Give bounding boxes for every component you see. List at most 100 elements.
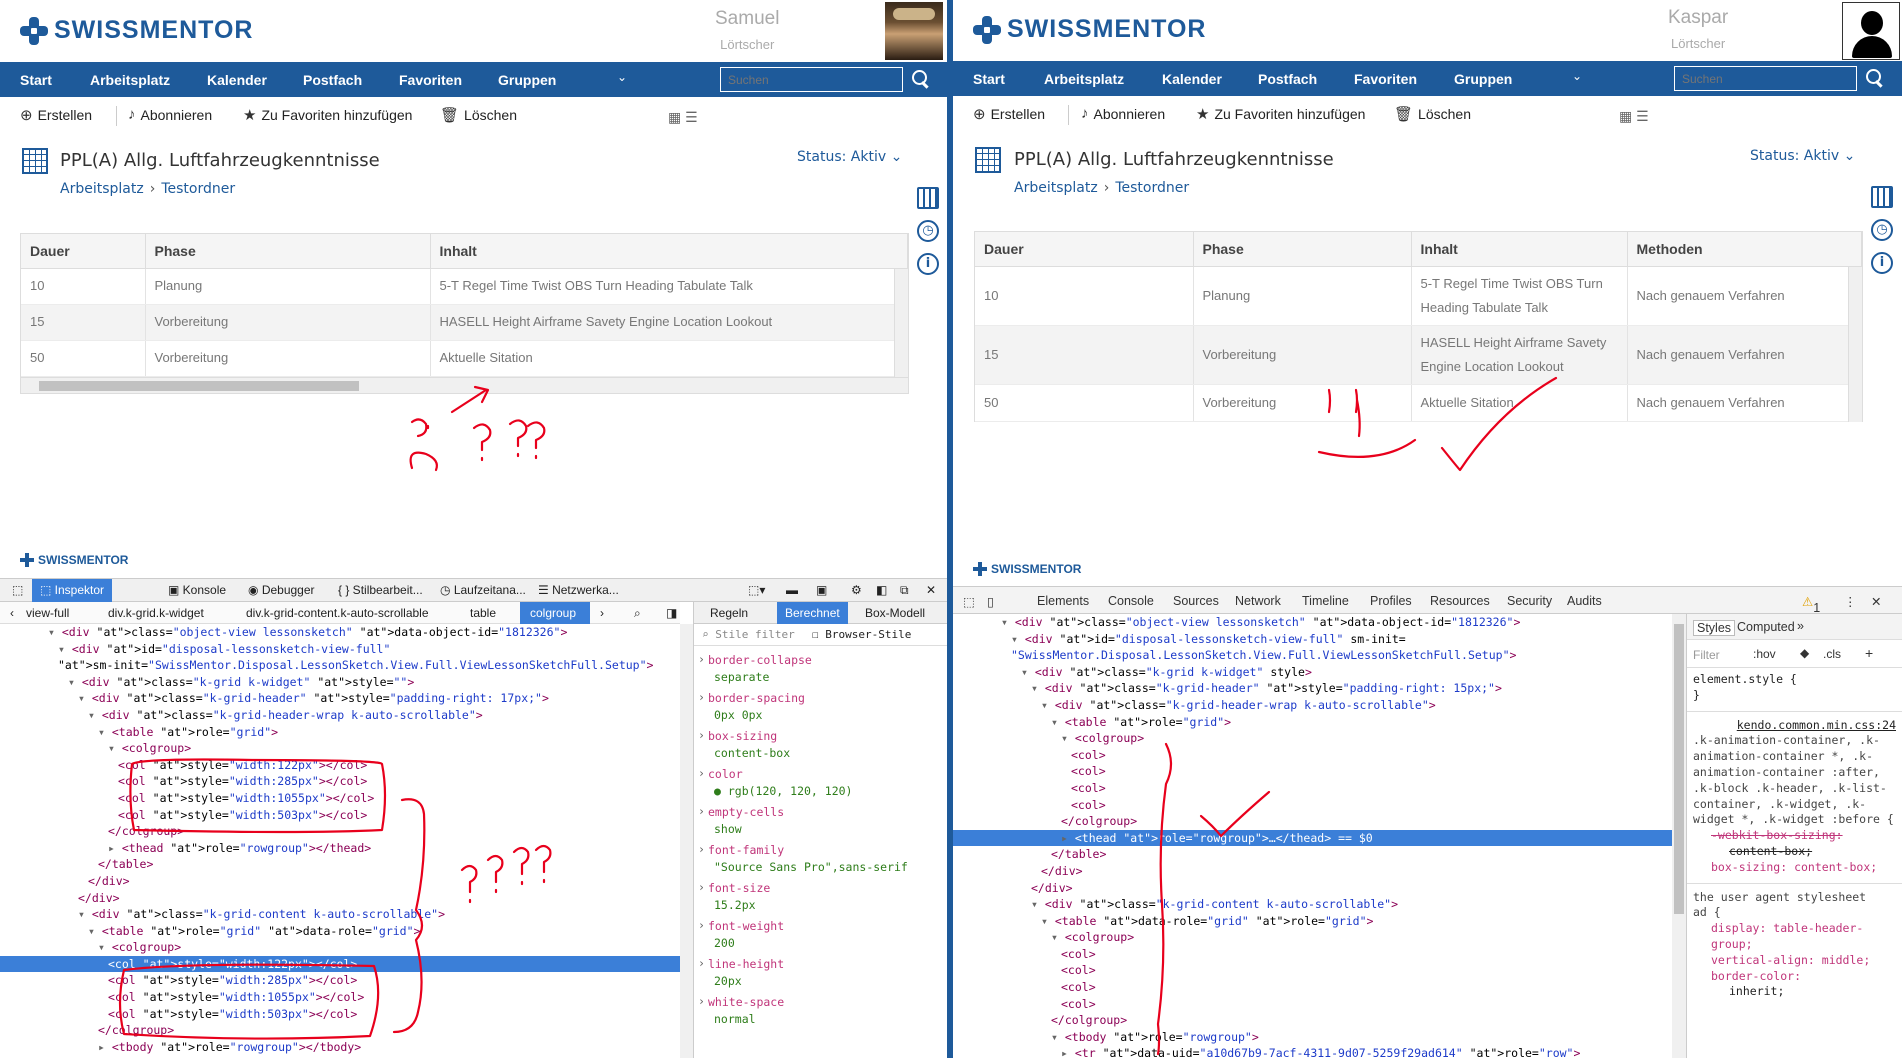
- status-dropdown[interactable]: Status: Aktiv ⌄: [797, 149, 902, 165]
- markup-line[interactable]: ▾ <tbody "at">role="rowgroup">: [953, 1029, 1672, 1046]
- list-view-icon[interactable]: ☰: [685, 109, 698, 125]
- tab-konsole[interactable]: ▣ Konsole: [160, 579, 234, 602]
- markup-line[interactable]: ▾ <table "at">data-role="grid" "at">role…: [953, 913, 1672, 930]
- elements-scrollbar[interactable]: [1672, 614, 1686, 1058]
- table-row[interactable]: 15 Vorbereitung HASELL Height Airframe Sav…: [21, 304, 908, 341]
- markup-line[interactable]: ▾ <table "at">role="grid">: [953, 714, 1672, 731]
- column-header-methoden[interactable]: Methoden: [1627, 232, 1862, 267]
- markup-line[interactable]: <col "at">style="width:1055px"></col>: [0, 790, 680, 807]
- inspect-element-icon[interactable]: ⬚: [963, 594, 975, 609]
- markup-line[interactable]: <col "at">style="width:285px"></col>: [0, 773, 680, 790]
- markup-line[interactable]: </colgroup>: [0, 823, 680, 840]
- tab-laufzeitanalyse[interactable]: ◷ Laufzeitana...: [432, 579, 534, 602]
- list-view-icon[interactable]: ☰: [1636, 108, 1649, 124]
- search-input[interactable]: [1674, 66, 1857, 91]
- markup-line[interactable]: ▾ <div "at">class="k-grid-header" "at">s…: [0, 690, 680, 707]
- breadcrumb-testordner[interactable]: Testordner: [1115, 180, 1189, 196]
- pick-element-icon[interactable]: ⬚: [4, 579, 31, 602]
- tab-box-modell[interactable]: Box-Modell: [857, 602, 933, 624]
- tab-netzwerkanalyse[interactable]: ☰ Netzwerka...: [530, 579, 627, 602]
- tab-timeline[interactable]: Timeline: [1302, 594, 1349, 608]
- table-row[interactable]: 50 Vorbereitung Aktuelle Sitation: [21, 340, 908, 377]
- gear-icon[interactable]: ⚙: [843, 579, 870, 602]
- markup-line[interactable]: ▾ <div "at">class="k-grid-header" "at">s…: [953, 680, 1672, 697]
- nav-postfach[interactable]: Postfach: [303, 72, 362, 88]
- markup-line[interactable]: </div>: [953, 863, 1672, 880]
- markup-line[interactable]: ▸ <tr "at">data-uid="a10d67b9-7acf-4311-…: [953, 1045, 1672, 1058]
- tab-debugger[interactable]: ◉ Debugger: [240, 579, 323, 602]
- nav-postfach[interactable]: Postfach: [1258, 71, 1317, 87]
- tab-sources[interactable]: Sources: [1173, 594, 1219, 608]
- nav-favoriten[interactable]: Favoriten: [399, 72, 462, 88]
- nav-gruppen[interactable]: Gruppen: [498, 72, 556, 88]
- more-tabs-icon[interactable]: »: [1797, 619, 1804, 633]
- breadcrumb-back-icon[interactable]: ‹: [10, 606, 14, 620]
- nav-arbeitsplatz[interactable]: Arbeitsplatz: [1044, 71, 1124, 87]
- markup-line[interactable]: <col>: [953, 780, 1672, 797]
- crumb-colgroup[interactable]: colgroup: [520, 602, 591, 624]
- markup-line[interactable]: ▾ <div "at">class="k-grid k-widget" "at"…: [0, 674, 680, 691]
- swissmentor-logo[interactable]: SWISSMENTOR: [20, 16, 253, 45]
- tab-profiles[interactable]: Profiles: [1370, 594, 1412, 608]
- markup-line[interactable]: <col "at">style="width:122px"></col>: [0, 955, 680, 973]
- sidebar-toggle-icon[interactable]: ◨: [666, 606, 677, 620]
- history-icon[interactable]: ◷: [917, 220, 939, 242]
- markup-line[interactable]: <col>: [953, 797, 1672, 814]
- swissmentor-logo[interactable]: SWISSMENTOR: [973, 15, 1206, 44]
- markup-line[interactable]: ▸ <thead "at">role="rowgroup"></thead>: [0, 840, 680, 857]
- table-row[interactable]: 10 Planung 5-T Regel Time Twist OBS Turn H…: [21, 268, 908, 305]
- computed-prop[interactable]: border-spacing 0px 0px: [694, 690, 947, 728]
- markup-line[interactable]: ▾ <colgroup>: [0, 939, 680, 956]
- markup-line[interactable]: </colgroup>: [0, 1022, 680, 1039]
- scrollbar-thumb[interactable]: [1674, 624, 1684, 914]
- markup-line[interactable]: ▸ <thead "at">role="rowgroup">…</thead> …: [953, 829, 1672, 847]
- nav-gruppen[interactable]: Gruppen: [1454, 71, 1512, 87]
- tab-console[interactable]: Console: [1108, 594, 1154, 608]
- avatar[interactable]: [1842, 2, 1900, 60]
- history-icon[interactable]: ◷: [1871, 219, 1893, 241]
- source-link[interactable]: kendo.common.min.css:24: [1693, 718, 1896, 734]
- more-menu-icon[interactable]: ⋮: [1844, 594, 1857, 609]
- tab-berechnet[interactable]: Berechnet: [777, 602, 848, 624]
- markup-line[interactable]: <col "at">style="width:122px"></col>: [0, 757, 680, 774]
- abonnieren-button[interactable]: ♪ Abonnieren: [1081, 105, 1165, 122]
- nav-kalender[interactable]: Kalender: [207, 72, 267, 88]
- cls-toggle[interactable]: .cls: [1823, 647, 1841, 661]
- column-header-dauer[interactable]: Dauer: [21, 234, 146, 269]
- view-switch[interactable]: ▦ ☰: [1619, 108, 1649, 125]
- crumb-table[interactable]: table: [470, 606, 496, 620]
- crumb-k-grid-content[interactable]: div.k-grid-content.k-auto-scrollable: [246, 606, 429, 620]
- scrollbar-thumb[interactable]: [39, 381, 359, 391]
- view-switch[interactable]: ▦ ☰: [668, 109, 698, 126]
- grid-icon[interactable]: [917, 187, 939, 209]
- markup-line[interactable]: </table>: [0, 856, 680, 873]
- markup-line[interactable]: ▾ <div "at">id="disposal-lessonsketch-vi…: [953, 631, 1672, 648]
- favoriten-button[interactable]: ★ Zu Favoriten hinzufügen: [1196, 105, 1365, 123]
- close-icon[interactable]: ✕: [918, 579, 944, 602]
- layout-icon[interactable]: ⬚▾: [740, 579, 773, 602]
- markup-line[interactable]: <col>: [953, 996, 1672, 1013]
- chevron-down-icon[interactable]: ⌄: [1572, 69, 1582, 83]
- tab-resources[interactable]: Resources: [1430, 594, 1490, 608]
- table-row[interactable]: 10 Planung 5-T Regel Time Twist OBS Turn H…: [975, 266, 1862, 326]
- close-icon[interactable]: ✕: [1871, 594, 1881, 609]
- computed-prop[interactable]: border-collapse separate: [694, 652, 947, 690]
- computed-prop[interactable]: line-height 20px: [694, 956, 947, 994]
- vertical-scrollbar[interactable]: [1848, 267, 1862, 422]
- breadcrumb-forward-icon[interactable]: ›: [600, 606, 604, 620]
- erstellen-button[interactable]: ⊕ Erstellen: [973, 105, 1045, 123]
- computed-prop[interactable]: white-space normal: [694, 994, 947, 1032]
- markup-line[interactable]: ▾ <colgroup>: [0, 740, 680, 757]
- computed-prop[interactable]: color ● rgb(120, 120, 120): [694, 766, 947, 804]
- markup-scrollbar[interactable]: [680, 624, 693, 1058]
- hov-toggle[interactable]: :hov: [1753, 647, 1776, 661]
- markup-line[interactable]: <col>: [953, 962, 1672, 979]
- markup-line[interactable]: <col "at">style="width:503px"></col>: [0, 1006, 680, 1023]
- column-header-inhalt[interactable]: Inhalt: [430, 234, 908, 269]
- avatar[interactable]: [885, 2, 943, 60]
- breadcrumb-arbeitsplatz[interactable]: Arbeitsplatz: [1014, 180, 1098, 196]
- crumb-view-full[interactable]: view-full: [26, 606, 69, 620]
- markup-line[interactable]: </colgroup>: [953, 813, 1672, 830]
- computed-prop[interactable]: font-weight 200: [694, 918, 947, 956]
- loeschen-button[interactable]: 🗑 Löschen: [440, 106, 517, 124]
